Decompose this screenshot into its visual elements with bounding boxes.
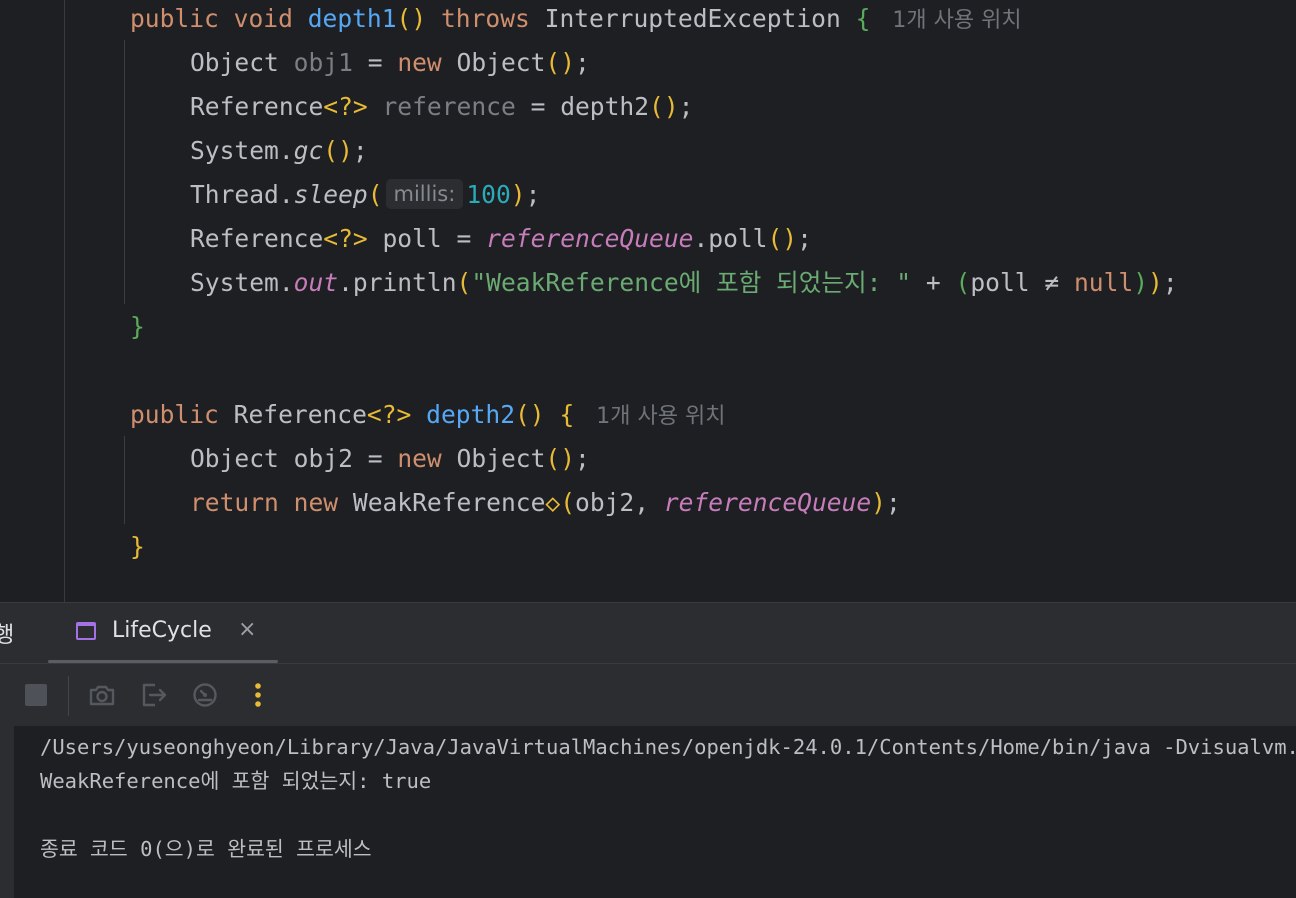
code-line[interactable]: System.gc();	[190, 132, 368, 176]
stop-button[interactable]	[21, 680, 51, 710]
method-call: poll	[708, 224, 768, 253]
number-literal: 100	[466, 180, 511, 209]
variable-name: poll	[382, 224, 442, 253]
gauge-icon	[193, 683, 217, 707]
keyword: public	[130, 400, 219, 429]
code-line[interactable]: Thread.sleep(millis: 100);	[190, 176, 540, 220]
type-name: Object	[456, 444, 546, 473]
method-call: println	[352, 268, 457, 297]
indent-guide	[124, 436, 125, 524]
console-gutter	[0, 726, 14, 898]
more-options-button[interactable]	[243, 680, 273, 710]
generic: <?>	[323, 224, 368, 253]
exception-type: InterruptedException	[544, 4, 841, 33]
usages-hint[interactable]: 1개 사용 위치	[596, 404, 725, 429]
keyword: null	[1074, 268, 1134, 297]
profiler-button[interactable]	[190, 680, 220, 710]
more-icon	[255, 683, 261, 707]
static-method: sleep	[293, 180, 368, 209]
type-name: Reference	[190, 224, 324, 253]
tab-label: LifeCycle	[112, 618, 212, 643]
parameter-hint: millis:	[385, 179, 464, 209]
console-line[interactable]: WeakReference에 포함 되었는지: true	[40, 764, 431, 798]
field-name: referenceQueue	[486, 224, 694, 253]
usages-hint[interactable]: 1개 사용 위치	[892, 8, 1021, 33]
indent-guide	[64, 0, 65, 602]
diamond-operator: ◇	[545, 488, 561, 517]
code-line[interactable]: Reference<?> poll = referenceQueue.poll(…	[190, 220, 812, 264]
code-line[interactable]: return new WeakReference◇(obj2, referenc…	[190, 484, 901, 528]
class-name: System	[190, 268, 279, 297]
keyword: new	[293, 488, 339, 517]
method-call: depth2	[560, 92, 650, 121]
run-tab-bar: 행 LifeCycle ×	[0, 603, 1296, 663]
code-line[interactable]: public void depth1() throws InterruptedE…	[130, 0, 1022, 44]
code-line[interactable]: }	[130, 308, 145, 352]
close-icon[interactable]: ×	[238, 617, 256, 642]
run-panel-label: 행	[0, 623, 15, 648]
class-name: System	[190, 136, 279, 165]
exit-icon	[142, 683, 167, 707]
console-line[interactable]: /Users/yuseonghyeon/Library/Java/JavaVir…	[40, 730, 1296, 764]
static-method: gc	[293, 136, 324, 165]
generic: <?>	[323, 92, 368, 121]
variable-name: reference	[382, 92, 516, 121]
code-line[interactable]: }	[130, 528, 145, 572]
code-line[interactable]: public Reference<?> depth2() {1개 사용 위치	[130, 396, 725, 440]
operator: +	[925, 268, 941, 297]
run-toolbar	[0, 664, 1296, 726]
screenshot-button[interactable]	[87, 680, 117, 710]
keyword: public	[130, 4, 219, 33]
toolbar-separator	[68, 676, 69, 716]
type-name: Reference	[190, 92, 324, 121]
operator: ≠	[1044, 268, 1060, 297]
indent-guide	[124, 40, 125, 304]
keyword: return	[190, 488, 279, 517]
generic: <?>	[366, 400, 412, 429]
stop-icon	[25, 684, 47, 706]
code-line[interactable]: System.out.println("WeakReference에 포함 되었…	[190, 264, 1178, 308]
type-name: WeakReference	[352, 488, 546, 517]
tab-lifecycle[interactable]: LifeCycle ×	[48, 603, 278, 663]
method-name: depth1	[307, 4, 397, 33]
string-literal: "WeakReference에 포함 되었는지: "	[471, 268, 912, 297]
keyword: void	[233, 4, 293, 33]
variable-name: obj2	[293, 444, 353, 473]
keyword: new	[397, 444, 442, 473]
method-name: depth2	[426, 400, 515, 429]
console-line[interactable]: 종료 코드 0(으)로 완료된 프로세스	[40, 832, 372, 866]
run-window-icon	[76, 622, 96, 640]
field-name: referenceQueue	[663, 488, 872, 517]
type-name: Object	[190, 48, 279, 77]
code-editor[interactable]: public void depth1() throws InterruptedE…	[0, 0, 1296, 602]
keyword: throws	[440, 4, 530, 33]
keyword: new	[397, 48, 442, 77]
variable-name: obj1	[293, 48, 353, 77]
type-name: Object	[456, 48, 546, 77]
code-line[interactable]: Object obj2 = new Object();	[190, 440, 590, 484]
exit-button[interactable]	[139, 680, 169, 710]
field-name: out	[293, 268, 339, 297]
type-name: Object	[190, 444, 279, 473]
code-line[interactable]: Reference<?> reference = depth2();	[190, 88, 693, 132]
class-name: Thread	[190, 180, 279, 209]
camera-icon	[89, 685, 115, 706]
variable-name: obj2	[575, 488, 635, 517]
code-line[interactable]: Object obj1 = new Object();	[190, 44, 590, 88]
variable-name: poll	[970, 268, 1030, 297]
console-output[interactable]: /Users/yuseonghyeon/Library/Java/JavaVir…	[0, 726, 1296, 898]
type-name: Reference	[233, 400, 367, 429]
